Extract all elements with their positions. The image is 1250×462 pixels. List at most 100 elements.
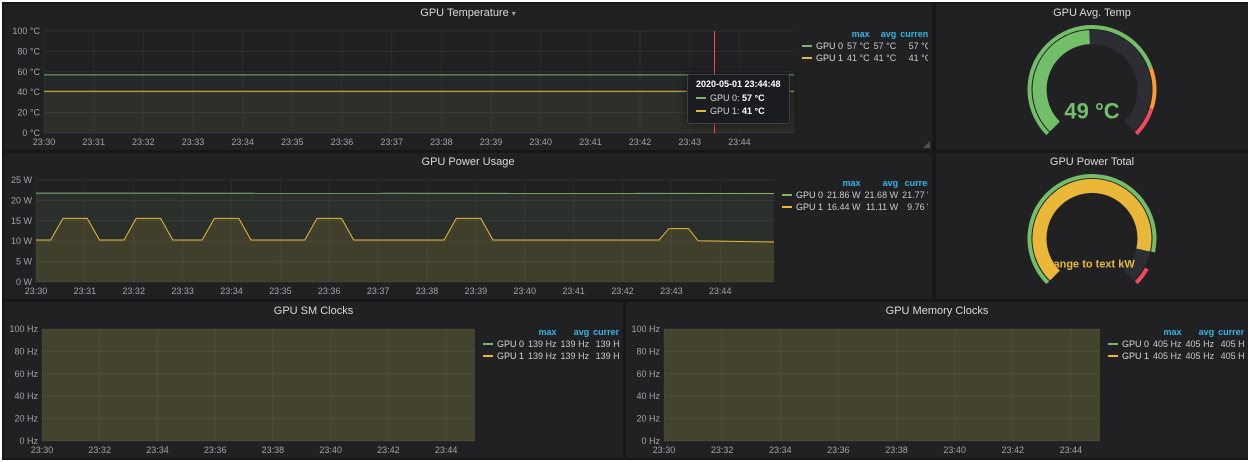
svg-text:range to text kW: range to text kW — [1049, 258, 1135, 270]
legend-value: 11.11 W — [863, 201, 901, 213]
legend-value: 41 °C — [898, 52, 928, 64]
svg-text:23:40: 23:40 — [529, 137, 552, 147]
legend-col-avg[interactable]: avg — [872, 28, 899, 40]
panel-title-gpu-power-usage[interactable]: GPU Power Usage — [4, 153, 932, 172]
legend-row: GPU 1405 Hz405 Hz405 Hz — [1106, 350, 1244, 362]
grafana-dashboard: GPU Temperature▾ 23:3023:3123:3223:3323:… — [0, 0, 1250, 462]
svg-text:23:33: 23:33 — [171, 286, 194, 296]
svg-text:80 °C: 80 °C — [17, 46, 40, 56]
panel-title-gpu-avg-temp[interactable]: GPU Avg. Temp — [936, 4, 1248, 23]
legend-row: GPU 021.86 W21.68 W21.77 W — [780, 189, 928, 201]
legend-value: 57 °C — [872, 40, 899, 52]
svg-text:23:34: 23:34 — [769, 445, 792, 455]
tooltip-row: GPU 1: 41 °C — [696, 105, 781, 118]
svg-text:23:37: 23:37 — [380, 137, 403, 147]
svg-text:20 °C: 20 °C — [17, 108, 40, 118]
legend-series-name[interactable]: GPU 1 — [481, 350, 526, 362]
panel-title-gpu-temperature[interactable]: GPU Temperature ▾ — [4, 4, 932, 23]
legend-value: 139 Hz — [559, 350, 592, 362]
legend-series-name[interactable]: GPU 1 — [800, 52, 845, 64]
svg-text:23:42: 23:42 — [1002, 445, 1025, 455]
gpu-temperature-chart[interactable]: 23:3023:3123:3223:3323:3423:3523:3623:37… — [8, 23, 800, 148]
legend-col-current[interactable]: current — [900, 177, 928, 189]
svg-text:23:40: 23:40 — [319, 445, 342, 455]
panel-title-text: GPU Temperature — [420, 7, 508, 19]
legend-col-avg[interactable]: avg — [1184, 326, 1217, 338]
svg-text:20 Hz: 20 Hz — [636, 414, 660, 424]
svg-text:100 Hz: 100 Hz — [631, 324, 660, 334]
panel-gpu-sm-clocks: GPU SM Clocks 23:3023:3223:3423:3623:382… — [4, 302, 623, 458]
panel-title-text: GPU SM Clocks — [274, 305, 353, 317]
legend-series-name[interactable]: GPU 0 — [481, 338, 526, 350]
svg-text:23:30: 23:30 — [31, 445, 54, 455]
svg-text:23:38: 23:38 — [430, 137, 453, 147]
legend-value: 16.44 W — [825, 201, 863, 213]
legend-value: 21.68 W — [863, 189, 901, 201]
legend-col-max[interactable]: max — [845, 28, 872, 40]
panel-gpu-power-total: GPU Power Total range to text kW — [936, 153, 1248, 299]
legend-value: 405 Hz — [1151, 338, 1184, 350]
legend-header: maxavgcurrent — [800, 28, 928, 40]
tooltip-row: GPU 0: 57 °C — [696, 92, 781, 105]
legend-series-name[interactable]: GPU 1 — [780, 201, 825, 213]
legend-col-current[interactable]: current — [591, 326, 619, 338]
series-color-swatch — [802, 45, 812, 47]
legend-series-name[interactable]: GPU 0 — [1106, 338, 1151, 350]
legend-col-max[interactable]: max — [825, 177, 863, 189]
legend-series-name[interactable]: GPU 1 — [1106, 350, 1151, 362]
legend-col-avg[interactable]: avg — [559, 326, 592, 338]
svg-text:23:44: 23:44 — [435, 445, 458, 455]
svg-text:60 °C: 60 °C — [17, 67, 40, 77]
svg-text:80 Hz: 80 Hz — [636, 346, 660, 356]
svg-text:60 Hz: 60 Hz — [14, 369, 38, 379]
gpu-avg-temp-gauge: 49 °C — [940, 23, 1244, 148]
legend-value: 405 Hz — [1151, 350, 1184, 362]
legend-row: GPU 0405 Hz405 Hz405 Hz — [1106, 338, 1244, 350]
svg-text:23:30: 23:30 — [33, 137, 56, 147]
panel-resize-handle[interactable] — [923, 141, 930, 148]
legend-col-current[interactable]: current — [898, 28, 928, 40]
gpu-sm-clocks-chart[interactable]: 23:3023:3223:3423:3623:3823:4023:4223:44… — [8, 321, 481, 456]
gpu-power-usage-chart[interactable]: 23:3023:3123:3223:3323:3423:3523:3623:37… — [8, 172, 780, 297]
svg-text:23:38: 23:38 — [416, 286, 439, 296]
svg-text:23:34: 23:34 — [231, 137, 254, 147]
svg-text:20 W: 20 W — [11, 195, 33, 205]
legend-series-name[interactable]: GPU 0 — [800, 40, 845, 52]
panel-title-gpu-memory-clocks[interactable]: GPU Memory Clocks — [626, 302, 1248, 321]
svg-text:23:35: 23:35 — [269, 286, 292, 296]
legend-value: 41 °C — [872, 52, 899, 64]
legend-col-current[interactable]: current — [1216, 326, 1244, 338]
svg-text:10 W: 10 W — [11, 236, 33, 246]
svg-text:23:35: 23:35 — [281, 137, 304, 147]
svg-text:80 Hz: 80 Hz — [14, 346, 38, 356]
svg-text:23:39: 23:39 — [465, 286, 488, 296]
panel-title-gpu-power-total[interactable]: GPU Power Total — [936, 153, 1248, 172]
svg-text:20 Hz: 20 Hz — [14, 414, 38, 424]
gpu-memory-clocks-legend: maxavgcurrentGPU 0405 Hz405 Hz405 HzGPU … — [1106, 321, 1244, 456]
legend-value: 57 °C — [898, 40, 928, 52]
legend-col-max[interactable]: max — [526, 326, 559, 338]
panel-title-gpu-sm-clocks[interactable]: GPU SM Clocks — [4, 302, 623, 321]
svg-text:23:41: 23:41 — [579, 137, 602, 147]
gpu-sm-clocks-legend: maxavgcurrentGPU 0139 Hz139 Hz139 HzGPU … — [481, 321, 619, 456]
series-color-swatch — [696, 97, 706, 99]
svg-text:23:36: 23:36 — [331, 137, 354, 147]
legend-value: 41 °C — [845, 52, 872, 64]
legend-value: 405 Hz — [1216, 350, 1244, 362]
svg-text:23:36: 23:36 — [318, 286, 341, 296]
legend-series-name[interactable]: GPU 0 — [780, 189, 825, 201]
legend-value: 405 Hz — [1216, 338, 1244, 350]
gpu-memory-clocks-chart[interactable]: 23:3023:3223:3423:3623:3823:4023:4223:44… — [630, 321, 1106, 456]
svg-text:23:32: 23:32 — [122, 286, 145, 296]
legend-col-avg[interactable]: avg — [863, 177, 901, 189]
svg-text:23:42: 23:42 — [629, 137, 652, 147]
legend-col-max[interactable]: max — [1151, 326, 1184, 338]
svg-text:23:40: 23:40 — [943, 445, 966, 455]
svg-text:0 W: 0 W — [16, 277, 33, 287]
series-color-swatch — [1108, 343, 1118, 345]
legend-row: GPU 141 °C41 °C41 °C — [800, 52, 928, 64]
svg-text:23:43: 23:43 — [660, 286, 683, 296]
svg-text:60 Hz: 60 Hz — [636, 369, 660, 379]
chevron-down-icon: ▾ — [512, 9, 516, 18]
legend-value: 139 Hz — [591, 350, 619, 362]
